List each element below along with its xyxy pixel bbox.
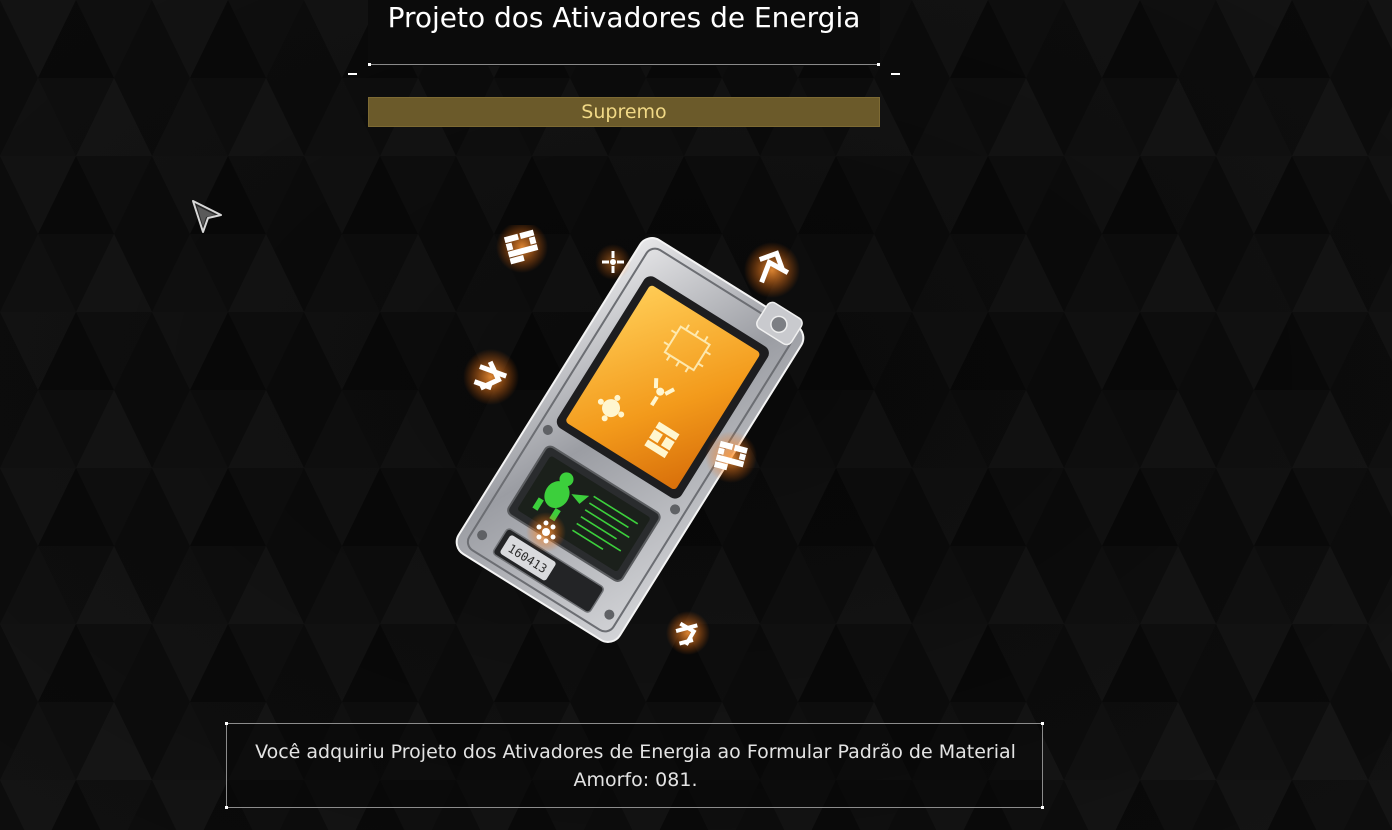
title-divider <box>369 64 879 65</box>
cursor-arrow-icon <box>192 200 222 233</box>
divider-endpoint-right <box>877 63 880 66</box>
arrow-glyph-icon <box>744 242 800 298</box>
item-title: Projeto dos Ativadores de Energia <box>387 1 861 34</box>
message-corner-bl <box>225 806 228 809</box>
acquisition-message: Você adquiriu Projeto dos Ativadores de … <box>255 741 1016 791</box>
acquisition-message-box: Você adquiriu Projeto dos Ativadores de … <box>226 723 1043 808</box>
divider-dash-left <box>348 73 357 75</box>
energy-glyph-icon <box>705 431 757 483</box>
blueprint-device-image: 160413 <box>455 225 805 655</box>
message-corner-tr <box>1041 722 1044 725</box>
energy-glyph-icon <box>496 225 548 273</box>
arrow-glyph-icon <box>666 611 710 655</box>
spark-glyph-icon <box>595 244 631 280</box>
message-corner-tl <box>225 722 228 725</box>
rarity-banner: Supremo <box>368 97 880 127</box>
reward-screen: Projeto dos Ativadores de Energia Suprem… <box>0 0 1392 830</box>
divider-endpoint-left <box>368 63 371 66</box>
message-corner-br <box>1041 806 1044 809</box>
arrow-glyph-icon <box>463 349 519 405</box>
divider-dash-right <box>891 73 900 75</box>
spark-glyph-icon <box>526 512 566 552</box>
